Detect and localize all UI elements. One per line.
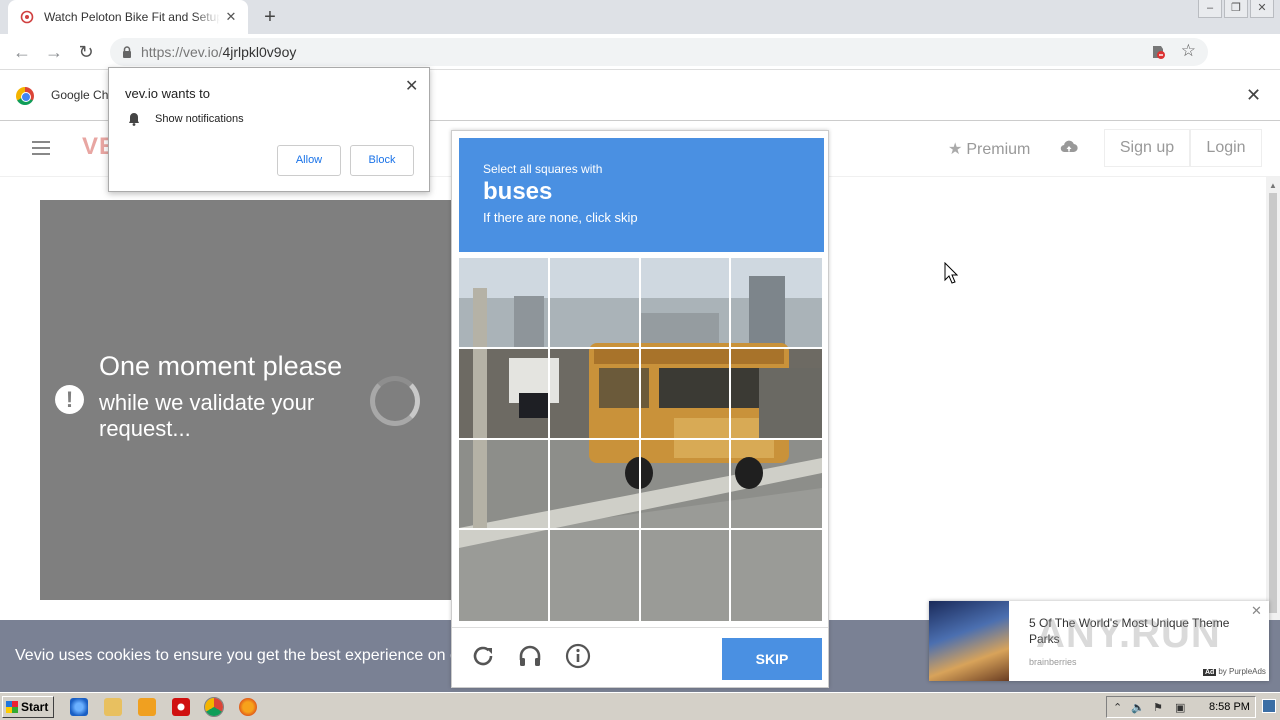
captcha-tile[interactable] [549,348,641,440]
reload-icon[interactable] [469,642,497,670]
hamburger-menu-icon[interactable] [32,141,50,155]
opera-icon[interactable] [172,698,190,716]
bookmark-star-icon[interactable]: ☆ [1181,41,1196,61]
captcha-tile[interactable] [641,530,732,621]
permission-title: vev.io wants to [125,86,211,101]
chrome-logo-icon [16,87,34,105]
start-button[interactable]: Start [2,696,54,718]
ad-attribution: Ad by PurpleAds [1203,667,1266,676]
blocked-popup-icon[interactable] [1150,44,1166,60]
volume-icon[interactable]: 🔈 [1131,701,1145,714]
captcha-tile[interactable] [549,258,641,349]
sign-up-button[interactable]: Sign up [1104,129,1190,167]
windows-flag-icon [6,701,18,713]
login-button[interactable]: Login [1190,129,1262,167]
captcha-tile[interactable] [459,439,550,531]
captcha-hint: If there are none, click skip [483,210,638,225]
captcha-tile[interactable] [640,258,732,349]
show-desktop-icon[interactable] [1262,699,1276,713]
premium-link[interactable]: ★ Premium [948,139,1030,159]
folder-icon[interactable] [104,698,122,716]
block-button[interactable]: Block [350,145,414,176]
tab-close-icon[interactable]: ✕ [222,8,240,26]
captcha-image-grid [459,258,822,621]
captcha-tile[interactable] [731,440,822,531]
back-arrow-icon[interactable]: ← [10,40,34,64]
captcha-tile[interactable] [640,439,732,531]
lock-icon [123,46,131,58]
anyrun-watermark: ANY.RUN [1036,612,1221,656]
info-bar-close-icon[interactable]: ✕ [1246,85,1261,106]
info-bar-text: Google Ch [51,88,109,102]
captcha-target: buses [483,178,553,205]
window-close-button[interactable]: ✕ [1250,0,1274,18]
loading-title: One moment please [99,351,343,381]
scroll-up-arrow-icon[interactable]: ▲ [1269,181,1277,190]
ad-close-icon[interactable]: ✕ [1251,603,1262,619]
scrollbar-thumb[interactable] [1269,193,1277,613]
tab-strip: Watch Peloton Bike Fit and Setup wi ✕ + … [0,0,1280,34]
system-tray: ⌃ 🔈 ⚑ ▣ 8:58 PM [1106,696,1256,718]
bell-icon [129,113,139,126]
tab-title: Watch Peloton Bike Fit and Setup wi [44,10,220,24]
minimize-button[interactable]: – [1198,0,1222,18]
ad-thumbnail[interactable] [929,601,1009,681]
media-player-icon[interactable] [138,698,156,716]
cloud-upload-icon[interactable] [1060,138,1078,156]
taskbar-clock[interactable]: 8:58 PM [1209,701,1250,713]
permission-close-icon[interactable]: ✕ [405,76,418,96]
mouse-cursor-icon [944,262,958,284]
restore-button[interactable]: ❐ [1224,0,1248,18]
exclamation-icon: ! [55,385,84,414]
tray-expand-icon[interactable]: ⌃ [1113,701,1122,714]
captcha-tile[interactable] [549,439,641,531]
tab-favicon-icon [20,10,34,24]
windows-taskbar: Start ⌃ 🔈 ⚑ ▣ 8:58 PM [0,692,1280,720]
captcha-footer: SKIP [452,627,828,687]
audio-headphones-icon[interactable] [516,642,544,670]
captcha-tile[interactable] [459,348,550,440]
allow-button[interactable]: Allow [277,145,341,176]
browser-toolbar: ← → ↻ https://vev.io/4jrlpkl0v9oy ☆ ⋮ [0,34,1280,97]
ie-icon[interactable] [70,698,88,716]
address-bar[interactable]: https://vev.io/4jrlpkl0v9oy ☆ [110,38,1208,66]
ad-badge: Ad [1203,669,1217,676]
captcha-tile[interactable] [640,348,732,440]
firefox-icon[interactable] [239,698,257,716]
captcha-tile[interactable] [550,530,641,621]
loading-spinner-icon [370,376,420,426]
captcha-tile[interactable] [731,349,822,440]
ad-source: brainberries [1029,657,1077,667]
captcha-tile[interactable] [459,258,550,349]
permission-item: Show notifications [155,113,244,125]
forward-arrow-icon[interactable]: → [42,40,66,64]
window-controls: – ❐ ✕ [1198,0,1274,20]
info-icon[interactable] [564,642,592,670]
captcha-tile[interactable] [731,530,822,621]
captcha-tile[interactable] [459,530,550,621]
star-icon: ★ [948,141,963,158]
validation-loading-panel: ! One moment please while we validate yo… [40,200,452,600]
captcha-header: Select all squares with buses If there a… [459,138,824,252]
chrome-icon[interactable] [204,697,224,717]
captcha-challenge: Select all squares with buses If there a… [451,130,829,688]
reload-icon[interactable]: ↻ [74,40,98,64]
captcha-tile[interactable] [731,258,822,349]
notification-permission-popup: vev.io wants to ✕ Show notifications All… [108,67,430,192]
loading-subtitle: while we validate your request... [99,390,315,441]
skip-button[interactable]: SKIP [722,638,822,680]
action-center-flag-icon[interactable]: ⚑ [1153,701,1163,714]
captcha-tiles [459,258,822,621]
captcha-instruction: Select all squares with [483,162,603,176]
url-text: https://vev.io/4jrlpkl0v9oy [141,44,297,60]
page-scrollbar[interactable]: ▲ [1266,177,1280,620]
network-icon[interactable]: ▣ [1175,701,1185,714]
new-tab-button[interactable]: + [258,6,282,28]
cookie-banner-text: Vevio uses cookies to ensure you get the… [15,647,455,664]
browser-tab[interactable]: Watch Peloton Bike Fit and Setup wi ✕ [8,0,248,34]
